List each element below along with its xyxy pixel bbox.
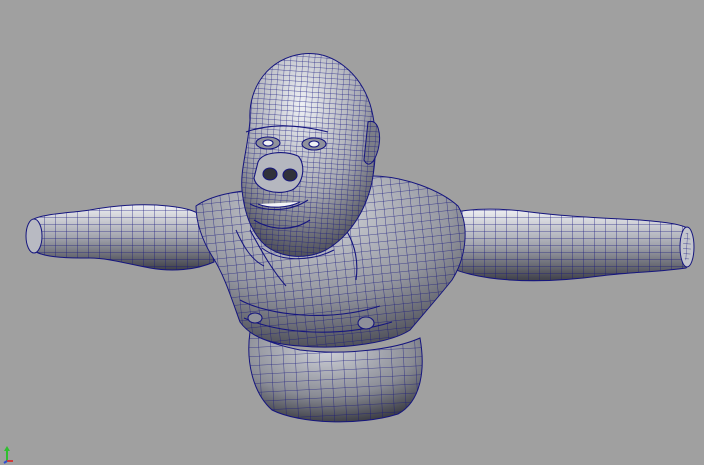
axis-gizmo <box>3 446 13 464</box>
axis-y-arrow-icon <box>4 446 10 451</box>
3d-viewport[interactable] <box>0 0 704 465</box>
axis-z-icon <box>3 460 8 464</box>
scene[interactable] <box>0 0 704 465</box>
